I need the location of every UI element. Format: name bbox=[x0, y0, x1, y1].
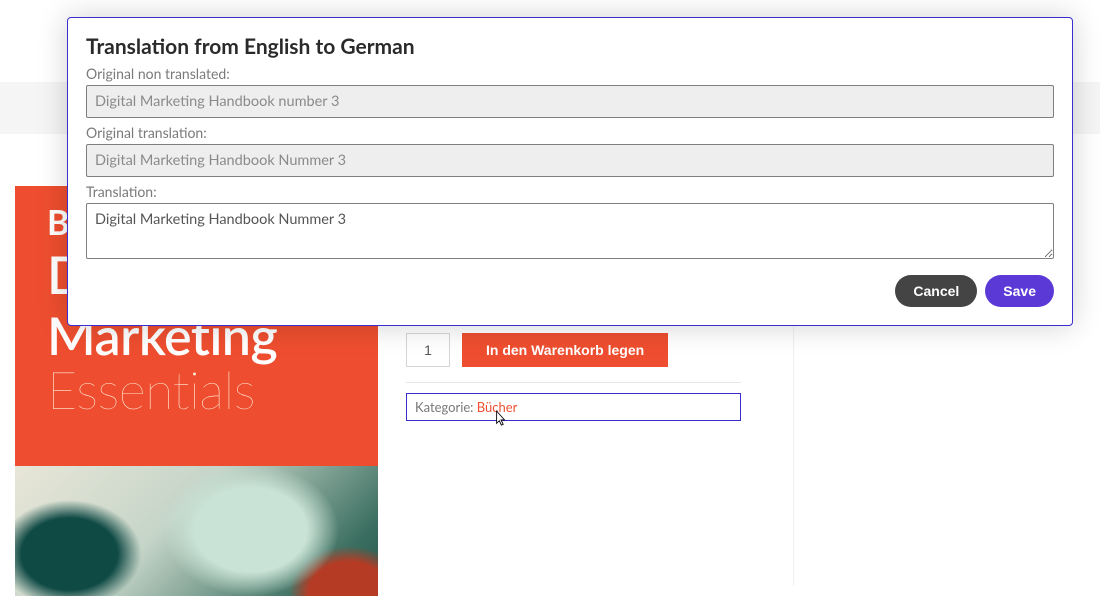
translation-modal: Translation from English to German Origi… bbox=[67, 17, 1073, 326]
save-button[interactable]: Save bbox=[985, 275, 1054, 307]
original-translation-input bbox=[86, 144, 1054, 177]
quantity-input[interactable] bbox=[406, 333, 450, 367]
add-to-cart-button[interactable]: In den Warenkorb legen bbox=[462, 333, 668, 367]
divider bbox=[406, 382, 741, 383]
original-translation-label: Original translation: bbox=[86, 124, 1054, 141]
category-label: Kategorie: bbox=[415, 399, 477, 415]
product-artwork bbox=[15, 466, 378, 596]
category-link[interactable]: Bücher bbox=[477, 399, 518, 415]
category-box[interactable]: Kategorie: Bücher bbox=[406, 393, 741, 421]
original-non-translated-label: Original non translated: bbox=[86, 65, 1054, 82]
translation-label: Translation: bbox=[86, 183, 1054, 200]
original-non-translated-input bbox=[86, 85, 1054, 118]
cancel-button[interactable]: Cancel bbox=[895, 275, 977, 307]
modal-actions: Cancel Save bbox=[86, 275, 1054, 307]
translation-textarea[interactable]: Digital Marketing Handbook Nummer 3 bbox=[86, 203, 1054, 259]
modal-title: Translation from English to German bbox=[86, 34, 1054, 59]
product-title-line3: Essentials bbox=[47, 363, 346, 418]
add-to-cart-row: In den Warenkorb legen bbox=[406, 333, 668, 367]
